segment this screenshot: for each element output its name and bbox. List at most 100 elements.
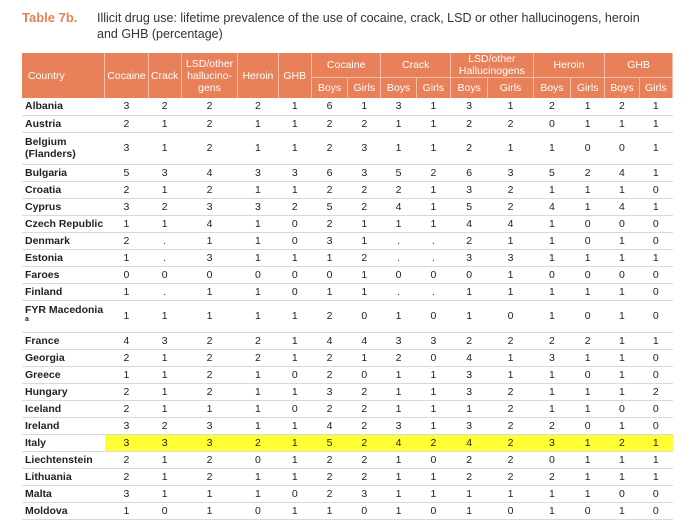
value-cell: 0 [604,400,640,418]
value-cell: . [380,249,417,267]
value-cell: 1 [639,332,673,350]
value-cell: 3 [181,198,238,216]
header-girls: Girls [487,77,534,98]
value-cell: 2 [487,400,534,418]
value-cell: 0 [148,502,182,520]
value-cell: 2 [311,132,348,165]
value-cell: 3 [311,232,348,250]
value-cell: 1 [148,115,182,133]
value-cell: 1 [570,283,605,301]
value-cell: 2 [487,451,534,469]
value-cell: 4 [450,434,488,452]
value-cell: 0 [278,266,312,284]
value-cell: 2 [487,332,534,350]
value-cell: 1 [237,115,279,133]
country-name: Croatia [25,183,62,196]
value-cell: 1 [237,232,279,250]
country-name: Lithuania [25,470,72,483]
value-cell: 1 [604,502,640,520]
value-cell: 1 [570,434,605,452]
value-cell: 1 [148,215,182,233]
value-cell: 0 [570,502,605,520]
value-cell: 3 [450,181,488,199]
table-row: Georgia 2 1 2 2 1 2 1 2 0 4 1 3 1 1 0 [22,349,673,367]
value-cell: 3 [450,383,488,401]
table-row: Finland 1. 1 1 0 1 1.. 1 1 1 1 1 0 [22,283,673,301]
value-cell: 1 [380,383,417,401]
value-cell: 2 [416,434,451,452]
value-cell: 1 [533,366,571,384]
value-cell: 1 [148,132,182,165]
value-cell: 0 [380,266,417,284]
country-cell: Faroes [22,266,105,284]
table-row: Bulgaria 5 3 4 3 3 6 3 5 2 6 3 5 2 4 1 [22,164,673,182]
value-cell: 1 [278,434,312,452]
country-name: Italy [25,436,47,449]
value-cell: 0 [604,485,640,503]
country-cell: Austria [22,115,105,133]
value-cell: 2 [237,349,279,367]
value-cell: 1 [380,132,417,165]
value-cell: 1 [278,417,312,435]
value-cell: 0 [278,485,312,503]
value-cell: 0 [639,366,673,384]
value-cell: 0 [570,300,605,333]
value-cell: 5 [380,164,417,182]
value-cell: 0 [639,349,673,367]
value-cell: 1 [181,485,238,503]
value-cell: 0 [347,366,381,384]
value-cell: 1 [570,98,605,116]
value-cell: 1 [450,283,488,301]
value-cell: 2 [181,132,238,165]
value-cell: 2 [181,98,238,116]
value-cell: 2 [450,332,488,350]
value-cell: 5 [533,164,571,182]
value-cell: 0 [450,266,488,284]
value-cell: 3 [380,417,417,435]
value-cell: 1 [533,400,571,418]
value-cell: 4 [347,332,381,350]
value-cell: 3 [533,434,571,452]
value-cell: 2 [639,383,673,401]
value-cell: 2 [237,434,279,452]
value-cell: 0 [278,366,312,384]
value-cell: 1 [570,400,605,418]
value-cell: 2 [181,468,238,486]
value-cell: 3 [347,485,381,503]
header-group-cocaine: Cocaine [311,53,382,78]
country-cell: Hungary [22,383,105,401]
country-name: FYR Macedonia [25,303,104,316]
value-cell: 1 [311,249,348,267]
value-cell: 1 [380,451,417,469]
value-cell: 2 [181,366,238,384]
value-cell: 1 [347,215,381,233]
value-cell: 3 [148,164,182,182]
header-total-cocaine: Cocaine [104,53,149,98]
value-cell: 1 [639,132,673,165]
value-cell: 1 [278,249,312,267]
header-group-ghb: GHB [604,53,673,78]
country-name: Liechtenstein [25,453,93,466]
value-cell: 2 [278,198,312,216]
value-cell: 3 [104,198,149,216]
value-cell: 0 [347,502,381,520]
value-cell: 5 [311,434,348,452]
country-name: Finland [25,285,63,298]
value-cell: 1 [570,383,605,401]
value-cell: 1 [278,349,312,367]
value-cell: 1 [278,98,312,116]
value-cell: 4 [604,164,640,182]
value-cell: 2 [533,332,571,350]
table-row: Greece 1 1 2 1 0 2 0 1 1 3 1 1 0 1 0 [22,366,673,384]
country-name: Hungary [25,385,68,398]
value-cell: 1 [148,181,182,199]
table-row: Lithuania 2 1 2 1 1 2 2 1 1 2 2 2 1 1 1 [22,468,673,486]
value-cell: 0 [639,283,673,301]
value-cell: 1 [533,300,571,333]
table-row: Croatia 2 1 2 1 1 2 2 2 1 3 2 1 1 1 0 [22,181,673,199]
value-cell: 4 [604,198,640,216]
value-cell: 6 [450,164,488,182]
value-cell: 1 [639,451,673,469]
value-cell: 2 [181,115,238,133]
country-cell: Ireland [22,417,105,435]
